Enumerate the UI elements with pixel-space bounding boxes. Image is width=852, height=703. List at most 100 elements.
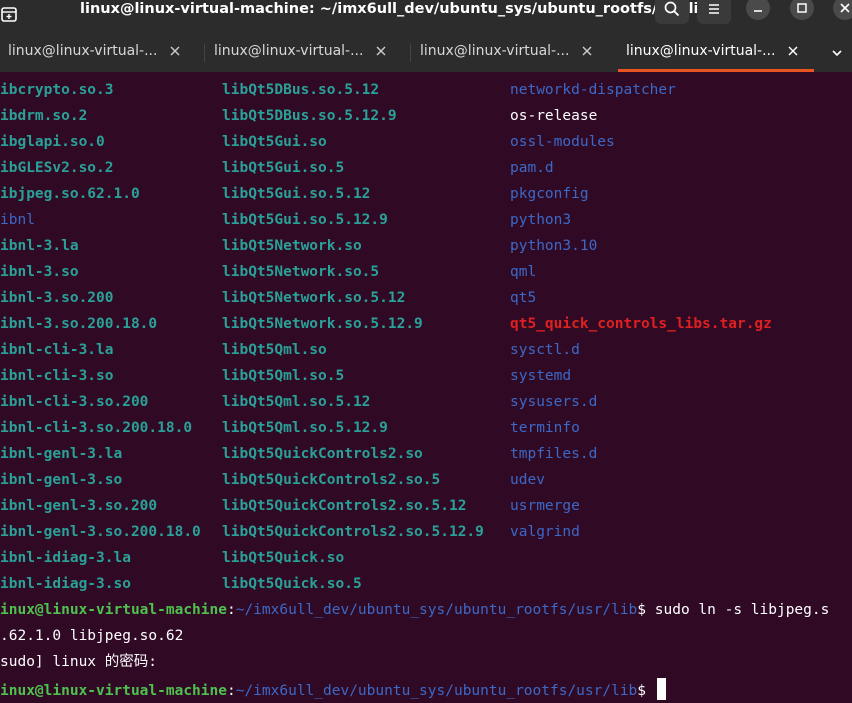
terminal-output[interactable]: ibcrypto.so.3 ibdrm.so.2 ibglapi.so.0 ibGLE… (0, 72, 852, 703)
menu-button[interactable] (697, 0, 731, 24)
file-entry: ibdrm.so.2 (0, 108, 88, 124)
file-entry: ibglapi.so.0 (0, 134, 105, 150)
prompt-colon: : (226, 602, 236, 618)
file-entry: ossl-modules (510, 134, 615, 150)
file-entry: usrmerge (510, 498, 580, 514)
listing-column-3: networkd-dispatcher os-release ossl-module… (510, 80, 772, 548)
file-entry: libQt5Qml.so.5.12 (222, 394, 371, 410)
tab-divider (410, 44, 411, 62)
tab-divider (204, 44, 205, 62)
prompt-user: inux@linux-virtual-machine (0, 683, 227, 699)
tab-1[interactable]: linux@linux-virtual-... (0, 34, 206, 72)
file-entry: libQt5Qml.so.5.12.9 (222, 420, 388, 436)
file-entry: pkgconfig (510, 186, 589, 202)
file-entry: ibcrypto.so.3 (0, 82, 114, 98)
file-entry: ibnl-genl-3.so.200 (0, 498, 158, 514)
tab-2[interactable]: linux@linux-virtual-... (206, 34, 412, 72)
tab-bar: linux@linux-virtual-... linux@linux-virt… (0, 34, 852, 72)
tab-close-icon[interactable] (374, 44, 388, 58)
file-entry: qml (510, 264, 537, 280)
listing-column-1: ibcrypto.so.3 ibdrm.so.2 ibglapi.so.0 ibGLE… (0, 80, 201, 600)
file-entry: libQt5Network.so.5 (222, 264, 380, 280)
file-entry: os-release (510, 108, 598, 124)
file-entry: libQt5Gui.so (222, 134, 327, 150)
prompt-path: ~/imx6ull_dev/ubuntu_sys/ubuntu_rootfs/u… (235, 602, 638, 618)
tab-label: linux@linux-virtual-... (8, 43, 158, 59)
prompt-user: inux@linux-virtual-machine (0, 602, 227, 618)
minimize-button[interactable] (746, 0, 770, 20)
tab-label: linux@linux-virtual-... (626, 43, 776, 59)
tab-3[interactable]: linux@linux-virtual-... (412, 34, 618, 72)
file-entry: libQt5DBus.so.5.12.9 (222, 108, 397, 124)
file-entry: libQt5QuickControls2.so (222, 446, 423, 462)
maximize-icon (797, 3, 807, 13)
title-bar: linux@linux-virtual-machine: ~/imx6ull_d… (0, 0, 852, 34)
file-entry: networkd-dispatcher (510, 82, 676, 98)
prompt-dollar: $ (637, 683, 647, 699)
file-entry: ibnl-3.so.200.18.0 (0, 316, 158, 332)
maximize-button[interactable] (790, 0, 814, 20)
close-icon (840, 3, 850, 13)
tab-label: linux@linux-virtual-... (214, 43, 364, 59)
file-entry: ibnl-cli-3.so.200 (0, 394, 149, 410)
file-entry: ibnl-genl-3.so (0, 472, 123, 488)
command-line-1-wrap: .62.1.0 libjpeg.so.62 (0, 628, 184, 644)
file-entry: ibnl-idiag-3.la (0, 550, 131, 566)
file-entry: libQt5QuickControls2.so.5.12.9 (222, 524, 484, 540)
file-entry: ibnl-genl-3.so.200.18.0 (0, 524, 201, 540)
file-entry: python3.10 (510, 238, 598, 254)
file-entry: qt5_quick_controls_libs.tar.gz (510, 316, 772, 332)
hamburger-icon (709, 4, 719, 14)
file-entry: ibnl-idiag-3.so (0, 576, 131, 592)
file-entry: libQt5QuickControls2.so.5 (222, 472, 441, 488)
file-entry: pam.d (510, 160, 554, 176)
minimize-icon (754, 10, 762, 12)
search-button[interactable] (655, 0, 689, 24)
close-button[interactable] (833, 0, 852, 20)
prompt-path: ~/imx6ull_dev/ubuntu_sys/ubuntu_rootfs/u… (235, 683, 638, 699)
file-entry: libQt5Network.so (222, 238, 362, 254)
file-entry: terminfo (510, 420, 580, 436)
search-icon (664, 1, 680, 17)
window-title: linux@linux-virtual-machine: ~/imx6ull_d… (80, 1, 709, 17)
command-line-1: inux@linux-virtual-machine:~/imx6ull_dev… (0, 600, 829, 626)
prompt-colon: : (226, 683, 236, 699)
file-entry: python3 (510, 212, 572, 228)
chevron-down-icon[interactable] (830, 46, 844, 60)
file-entry: ibnl-cli-3.so (0, 368, 114, 384)
file-entry: ibGLESv2.so.2 (0, 160, 114, 176)
file-entry: libQt5Quick.so.5 (222, 576, 362, 592)
file-entry: libQt5Network.so.5.12.9 (222, 316, 423, 332)
file-entry: libQt5DBus.so.5.12 (222, 82, 380, 98)
tab-close-icon[interactable] (786, 44, 800, 58)
file-entry: ibnl-genl-3.la (0, 446, 123, 462)
tab-close-icon[interactable] (580, 44, 594, 58)
file-entry: ibnl-3.la (0, 238, 79, 254)
tab-4-active[interactable]: linux@linux-virtual-... (618, 34, 824, 72)
file-entry: sysctl.d (510, 342, 580, 358)
file-entry: libQt5Gui.so.5.12 (222, 186, 371, 202)
file-entry: libQt5Gui.so.5 (222, 160, 345, 176)
file-entry: systemd (510, 368, 572, 384)
file-entry: libQt5Qml.so.5 (222, 368, 345, 384)
file-entry: libQt5Qml.so (222, 342, 327, 358)
file-entry: ibjpeg.so.62.1.0 (0, 186, 140, 202)
file-entry: libQt5Network.so.5.12 (222, 290, 406, 306)
file-entry: valgrind (510, 524, 580, 540)
file-entry: qt5 (510, 290, 537, 306)
file-entry: libQt5QuickControls2.so.5.12 (222, 498, 467, 514)
file-entry: sysusers.d (510, 394, 598, 410)
file-entry: udev (510, 472, 545, 488)
tab-label: linux@linux-virtual-... (420, 43, 570, 59)
tab-close-icon[interactable] (168, 44, 182, 58)
command-line-2[interactable]: inux@linux-virtual-machine:~/imx6ull_dev… (0, 678, 666, 703)
new-tab-icon[interactable] (0, 0, 24, 30)
listing-column-2: libQt5DBus.so.5.12 libQt5DBus.so.5.12.9 li… (222, 80, 484, 600)
file-entry: libQt5Gui.so.5.12.9 (222, 212, 388, 228)
prompt-dollar: $ (637, 602, 647, 618)
text-cursor (656, 678, 666, 700)
command-input[interactable] (646, 683, 655, 699)
file-entry: ibnl-cli-3.so.200.18.0 (0, 420, 193, 436)
file-entry: ibnl (0, 212, 35, 228)
file-entry: ibnl-3.so (0, 264, 79, 280)
